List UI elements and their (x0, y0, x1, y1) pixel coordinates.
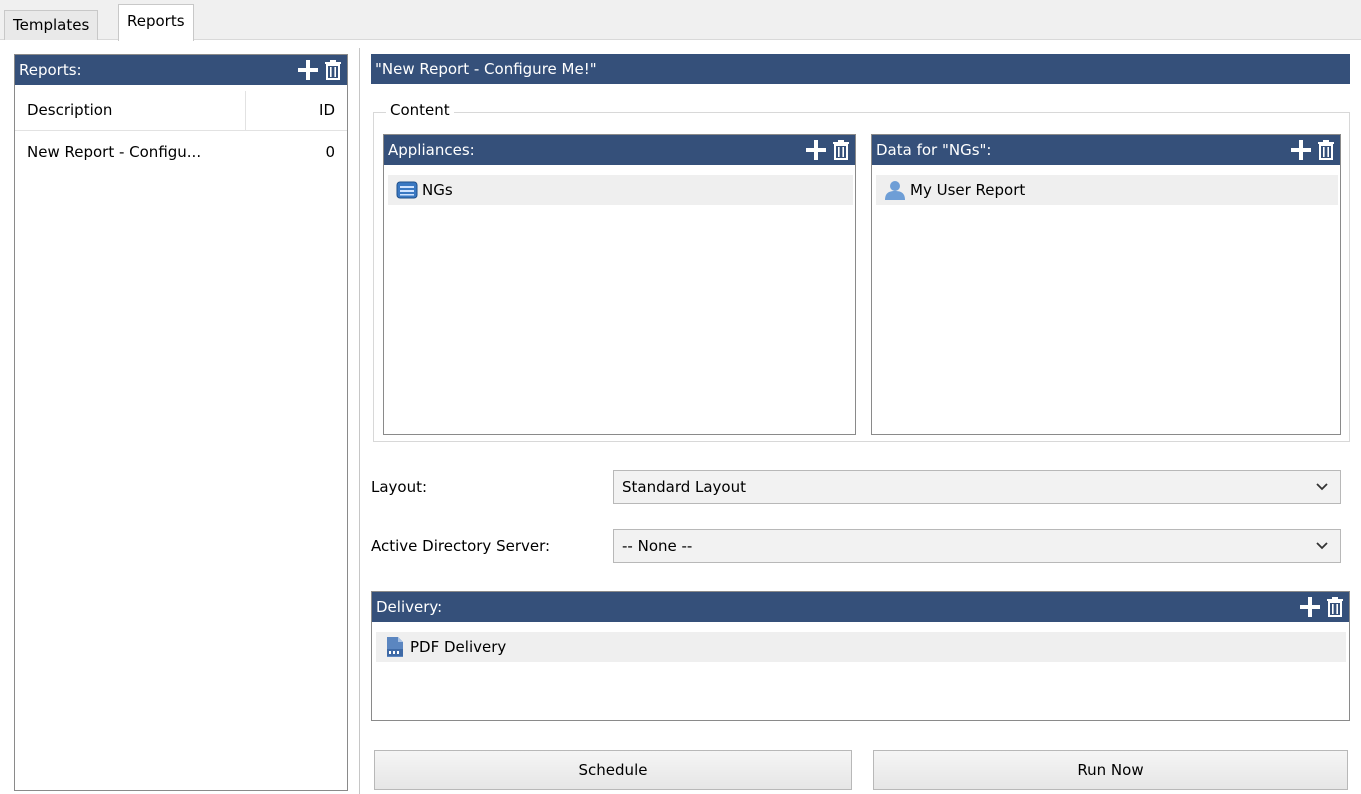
data-panel-header: Data for "NGs": (872, 135, 1340, 165)
chevron-down-icon (1316, 542, 1328, 550)
reports-panel-header: Reports: (15, 55, 347, 85)
pdf-icon (387, 637, 403, 657)
reports-list-panel: Reports: Description ID New Report - Con… (14, 54, 348, 791)
delivery-item-label: PDF Delivery (410, 638, 507, 656)
schedule-button[interactable]: Schedule (374, 750, 852, 790)
run-now-button[interactable]: Run Now (873, 750, 1348, 790)
tab-bar: Templates Reports (0, 0, 1361, 41)
add-report-icon[interactable] (297, 59, 319, 81)
tab-templates[interactable]: Templates (4, 10, 99, 40)
layout-select[interactable]: Standard Layout (613, 470, 1341, 504)
reports-panel-title: Reports: (19, 61, 82, 79)
appliances-panel: Appliances: NGs (383, 134, 856, 435)
data-panel-actions (1290, 135, 1336, 165)
chevron-down-icon (1316, 483, 1328, 491)
add-data-icon[interactable] (1290, 139, 1312, 161)
column-divider[interactable] (245, 91, 246, 131)
delete-report-icon[interactable] (323, 59, 343, 81)
report-description: New Report - Configu... (27, 143, 202, 161)
report-title-bar: "New Report - Configure Me!" (371, 54, 1350, 84)
layout-value: Standard Layout (622, 478, 746, 496)
reports-window: Templates Reports Reports: Description I… (0, 0, 1361, 794)
tab-reports[interactable]: Reports (118, 4, 194, 41)
list-item[interactable]: My User Report (876, 175, 1338, 205)
list-item[interactable]: NGs (388, 175, 853, 205)
delivery-panel: Delivery: PDF Delivery (371, 591, 1350, 721)
content-group-label: Content (386, 101, 454, 119)
report-title: "New Report - Configure Me!" (375, 60, 597, 78)
appliance-icon (396, 181, 418, 199)
delete-delivery-icon[interactable] (1325, 596, 1345, 618)
appliances-panel-actions (805, 135, 851, 165)
layout-label: Layout: (371, 478, 428, 496)
tab-bar-divider (0, 39, 1361, 40)
delete-data-icon[interactable] (1316, 139, 1336, 161)
appliances-panel-header: Appliances: (384, 135, 855, 165)
ad-server-value: -- None -- (622, 537, 693, 555)
data-panel: Data for "NGs": My User Report (871, 134, 1341, 435)
ad-server-label: Active Directory Server: (371, 537, 551, 555)
delete-appliance-icon[interactable] (831, 139, 851, 161)
column-header-id[interactable]: ID (319, 101, 335, 119)
appliance-label: NGs (422, 181, 453, 199)
user-icon (885, 181, 905, 200)
reports-table-header: Description ID (15, 91, 347, 131)
list-item[interactable]: PDF Delivery (376, 632, 1346, 662)
add-delivery-icon[interactable] (1299, 596, 1321, 618)
report-id: 0 (325, 143, 335, 161)
delivery-panel-title: Delivery: (376, 598, 443, 616)
appliances-panel-title: Appliances: (388, 141, 475, 159)
delivery-panel-actions (1299, 592, 1345, 622)
delivery-panel-header: Delivery: (372, 592, 1349, 622)
reports-panel-actions (297, 55, 343, 85)
table-row[interactable]: New Report - Configu... 0 (15, 139, 347, 169)
data-item-label: My User Report (910, 181, 1026, 199)
data-panel-title: Data for "NGs": (876, 141, 992, 159)
column-header-description[interactable]: Description (27, 101, 112, 119)
ad-server-select[interactable]: -- None -- (613, 529, 1341, 563)
add-appliance-icon[interactable] (805, 139, 827, 161)
panel-splitter[interactable] (359, 48, 360, 794)
